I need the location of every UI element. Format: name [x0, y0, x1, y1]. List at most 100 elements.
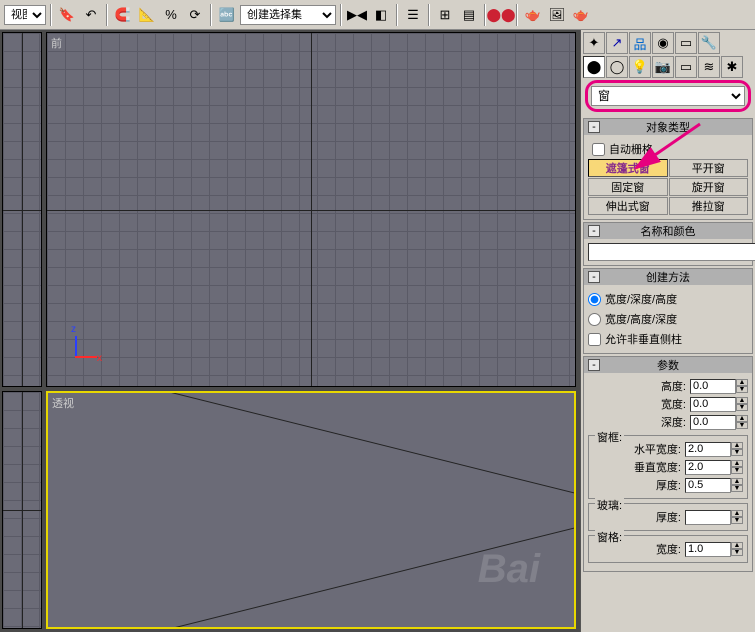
obj-btn-fixed-window[interactable]: 固定窗 — [588, 178, 668, 196]
collapse-icon[interactable]: - — [588, 121, 600, 133]
spinner-down-icon[interactable]: ▼ — [731, 485, 743, 492]
tab-utilities-icon[interactable]: 🔧 — [698, 32, 720, 54]
curve-editor-icon[interactable]: ⊞ — [434, 4, 456, 26]
width-spinner[interactable] — [690, 397, 736, 412]
spinner-up-icon[interactable]: ▲ — [736, 415, 748, 422]
radio-label: 宽度/高度/深度 — [605, 311, 677, 327]
spinner-down-icon[interactable]: ▼ — [731, 449, 743, 456]
subtab-lights-icon[interactable]: 💡 — [629, 56, 651, 78]
fthick-spinner[interactable] — [685, 478, 731, 493]
viewport-bottom-left-small[interactable] — [2, 391, 42, 629]
spinner-up-icon[interactable]: ▲ — [731, 542, 743, 549]
axis-gizmo: z x — [65, 328, 105, 368]
material-editor-icon[interactable]: ⬤⬤ — [490, 4, 512, 26]
tab-motion-icon[interactable]: ◉ — [652, 32, 674, 54]
hwidth-label: 水平宽度: — [634, 441, 681, 457]
depth-label: 深度: — [661, 414, 686, 430]
rollout-header[interactable]: - 名称和颜色 — [584, 223, 752, 239]
rollout-object-type: - 对象类型 自动栅格 遮篷式窗 平开窗 固定窗 旋开窗 伸出式窗 推拉窗 — [583, 118, 753, 220]
tab-hierarchy-icon[interactable]: 品 — [629, 32, 651, 54]
align-icon[interactable]: ◧ — [370, 4, 392, 26]
rollout-header[interactable]: - 创建方法 — [584, 269, 752, 285]
rollout-header[interactable]: - 对象类型 — [584, 119, 752, 135]
separator — [340, 4, 342, 26]
group-label: 窗格: — [595, 529, 624, 545]
allow-nonvert-checkbox[interactable] — [588, 333, 601, 346]
vwidth-spinner[interactable] — [685, 460, 731, 475]
view-dropdown[interactable]: 视图 — [4, 5, 46, 25]
spinner-up-icon[interactable]: ▲ — [731, 510, 743, 517]
named-selection-icon[interactable]: 🔤 — [216, 4, 238, 26]
bookmark-icon[interactable]: 🔖 — [56, 4, 78, 26]
layers-icon[interactable]: ☰ — [402, 4, 424, 26]
rollout-header[interactable]: - 参数 — [584, 357, 752, 373]
spinner-up-icon[interactable]: ▲ — [731, 478, 743, 485]
gridw-label: 宽度: — [656, 541, 681, 557]
group-grid: 窗格: 宽度: ▲▼ — [588, 535, 748, 563]
subtab-systems-icon[interactable]: ✱ — [721, 56, 743, 78]
angle-snap-icon[interactable]: 📐 — [136, 4, 158, 26]
group-glass: 玻璃: 厚度: ▲▼ — [588, 503, 748, 531]
obj-btn-pivot-window[interactable]: 旋开窗 — [669, 178, 749, 196]
subtab-cameras-icon[interactable]: 📷 — [652, 56, 674, 78]
spinner-up-icon[interactable]: ▲ — [731, 460, 743, 467]
spinner-snap-icon[interactable]: ⟳ — [184, 4, 206, 26]
gthick-spinner[interactable] — [685, 510, 731, 525]
gridw-spinner[interactable] — [685, 542, 731, 557]
render-frame-icon[interactable]: 🖼 — [546, 4, 568, 26]
tab-modify-icon[interactable]: ↗ — [606, 32, 628, 54]
radio-wdh[interactable] — [588, 293, 601, 306]
render-setup-icon[interactable]: 🫖 — [522, 4, 544, 26]
schematic-view-icon[interactable]: ▤ — [458, 4, 480, 26]
height-spinner[interactable] — [690, 379, 736, 394]
percent-snap-icon[interactable]: % — [160, 4, 182, 26]
category-highlight: 窗 — [585, 80, 751, 112]
viewport-left-small[interactable] — [2, 32, 42, 387]
obj-btn-projected-window[interactable]: 伸出式窗 — [588, 197, 668, 215]
collapse-icon[interactable]: - — [588, 225, 600, 237]
obj-btn-sliding-window[interactable]: 推拉窗 — [669, 197, 749, 215]
tab-display-icon[interactable]: ▭ — [675, 32, 697, 54]
spinner-up-icon[interactable]: ▲ — [736, 379, 748, 386]
spinner-down-icon[interactable]: ▼ — [731, 549, 743, 556]
selection-set-dropdown[interactable]: 创建选择集 — [240, 5, 336, 25]
axis-x-label: x — [97, 353, 102, 364]
collapse-icon[interactable]: - — [588, 271, 600, 283]
main-toolbar: 视图 🔖 ↶ 🧲 📐 % ⟳ 🔤 创建选择集 ▶◀ ◧ ☰ ⊞ ▤ ⬤⬤ 🫖 🖼… — [0, 0, 755, 30]
vwidth-label: 垂直宽度: — [634, 459, 681, 475]
spinner-down-icon[interactable]: ▼ — [736, 422, 748, 429]
spinner-down-icon[interactable]: ▼ — [736, 404, 748, 411]
rollout-creation-method: - 创建方法 宽度/深度/高度 宽度/高度/深度 允许非垂直侧柱 — [583, 268, 753, 354]
mirror-icon[interactable]: ▶◀ — [346, 4, 368, 26]
category-dropdown[interactable]: 窗 — [591, 86, 745, 106]
tab-create-icon[interactable]: ✦ — [583, 32, 605, 54]
hwidth-spinner[interactable] — [685, 442, 731, 457]
spinner-down-icon[interactable]: ▼ — [731, 517, 743, 524]
viewport-front[interactable]: 前 z x — [46, 32, 576, 387]
snap-toggle-icon[interactable]: 🧲 — [112, 4, 134, 26]
collapse-icon[interactable]: - — [588, 359, 600, 371]
viewport-perspective[interactable]: 透视 — [46, 391, 576, 629]
spinner-down-icon[interactable]: ▼ — [731, 467, 743, 474]
subtab-helpers-icon[interactable]: ▭ — [675, 56, 697, 78]
spinner-up-icon[interactable]: ▲ — [736, 397, 748, 404]
radio-whd[interactable] — [588, 313, 601, 326]
separator — [428, 4, 430, 26]
subtab-spacewarps-icon[interactable]: ≋ — [698, 56, 720, 78]
subtab-shapes-icon[interactable]: ◯ — [606, 56, 628, 78]
undo-icon[interactable]: ↶ — [80, 4, 102, 26]
separator — [210, 4, 212, 26]
object-name-input[interactable] — [588, 243, 755, 261]
spinner-up-icon[interactable]: ▲ — [731, 442, 743, 449]
command-panel: ✦ ↗ 品 ◉ ▭ 🔧 ⬤ ◯ 💡 📷 ▭ ≋ ✱ 窗 - 对象类型 自动栅格 — [580, 30, 755, 632]
group-label: 玻璃: — [595, 497, 624, 513]
subtab-geometry-icon[interactable]: ⬤ — [583, 56, 605, 78]
spinner-down-icon[interactable]: ▼ — [736, 386, 748, 393]
object-type-grid: 遮篷式窗 平开窗 固定窗 旋开窗 伸出式窗 推拉窗 — [588, 159, 748, 215]
auto-grid-checkbox[interactable] — [592, 143, 605, 156]
depth-spinner[interactable] — [690, 415, 736, 430]
group-frame: 窗框: 水平宽度: ▲▼ 垂直宽度: ▲▼ 厚度: ▲▼ — [588, 435, 748, 499]
obj-btn-awning-window[interactable]: 遮篷式窗 — [588, 159, 668, 177]
quick-render-icon[interactable]: 🫖 — [570, 4, 592, 26]
obj-btn-casement-window[interactable]: 平开窗 — [669, 159, 749, 177]
